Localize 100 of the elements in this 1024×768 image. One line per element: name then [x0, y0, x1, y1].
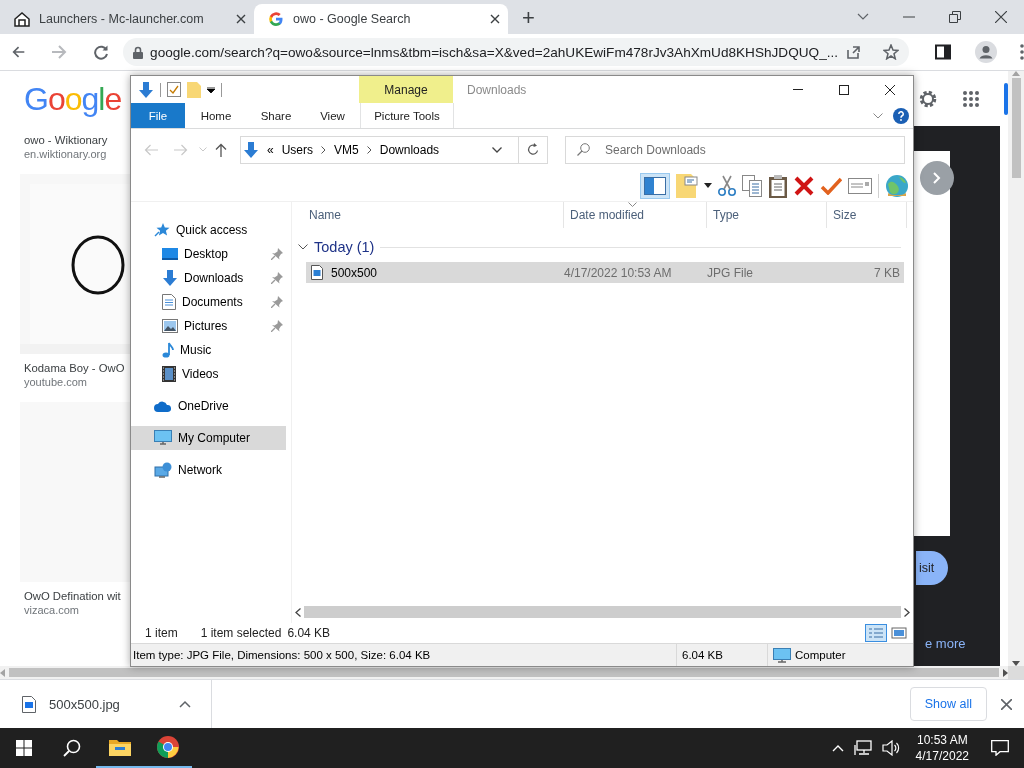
thumbnails-view-icon[interactable]	[889, 624, 909, 642]
file-row[interactable]: 500x500 4/17/2022 10:53 AM JPG File 7 KB	[306, 262, 904, 283]
caret-down-icon[interactable]	[704, 183, 712, 188]
horizontal-scrollbar[interactable]	[292, 605, 913, 619]
column-header[interactable]: Size	[827, 202, 907, 228]
card-icon[interactable]	[848, 177, 872, 194]
menu-icon[interactable]	[1020, 44, 1024, 60]
browser-icon[interactable]	[157, 736, 179, 758]
side-panel-icon[interactable]	[935, 44, 951, 60]
close-icon[interactable]	[236, 14, 246, 24]
download-icon[interactable]	[138, 81, 154, 98]
clock[interactable]: 10:53 AM 4/17/2022	[915, 732, 969, 764]
nav-item[interactable]: Music	[131, 338, 286, 362]
delete-icon[interactable]	[794, 175, 814, 196]
vertical-scrollbar[interactable]	[1008, 71, 1024, 666]
star-icon[interactable]	[883, 44, 900, 60]
time: 10:53 AM	[916, 732, 968, 748]
close-icon[interactable]	[490, 14, 500, 24]
pin-icon[interactable]	[271, 248, 283, 260]
windows-icon[interactable]	[16, 740, 32, 756]
visit-button[interactable]: isit	[916, 551, 949, 585]
caret-down-icon[interactable]	[207, 86, 215, 93]
copy-icon[interactable]	[742, 174, 762, 197]
nav-item[interactable]: Network	[131, 458, 286, 482]
result-site[interactable]: en.wiktionary.org	[24, 148, 108, 160]
folder-icon[interactable]	[109, 738, 131, 756]
chevron-up-icon[interactable]	[831, 744, 844, 752]
chevron-down-icon[interactable]	[298, 244, 308, 250]
paste-icon[interactable]	[768, 173, 788, 198]
result-title[interactable]: OwO Defination wit	[24, 590, 121, 602]
volume-icon[interactable]	[881, 740, 900, 756]
image-file-icon	[311, 265, 323, 280]
column-header[interactable]: Date modified	[564, 202, 707, 228]
up-icon[interactable]	[215, 142, 227, 157]
nav-item[interactable]: Videos	[131, 362, 286, 386]
nav-item[interactable]: Desktop	[131, 242, 286, 266]
caret-up-icon[interactable]	[179, 700, 191, 708]
reload-icon[interactable]	[93, 44, 110, 60]
ribbon-tab[interactable]: View	[305, 103, 360, 128]
pin-icon[interactable]	[271, 296, 283, 308]
new-tab-button[interactable]: +	[516, 6, 541, 30]
result-site[interactable]: youtube.com	[24, 376, 125, 388]
ribbon-tab[interactable]: Picture Tools	[360, 103, 454, 128]
nav-item[interactable]: Quick access	[131, 218, 286, 242]
details-view-icon[interactable]	[865, 624, 887, 642]
google-logo[interactable]: Google	[24, 80, 122, 117]
restore-icon[interactable]	[949, 11, 961, 23]
scrollbar-thumb[interactable]	[1011, 78, 1021, 178]
column-header[interactable]: Type	[707, 202, 827, 228]
sort-icon[interactable]	[628, 202, 637, 207]
checkmark-icon[interactable]	[820, 176, 842, 195]
image-icon	[162, 319, 178, 333]
notifications-icon[interactable]	[991, 740, 1009, 756]
share-icon[interactable]	[845, 44, 862, 60]
result-site[interactable]: vizaca.com	[24, 604, 121, 616]
nav-item[interactable]: Pictures	[131, 314, 286, 338]
breadcrumb-item[interactable]: Users	[281, 142, 314, 157]
browser-tab[interactable]: Launchers - Mc-launcher.com	[0, 4, 254, 34]
address-field[interactable]: « Users VM5 Downloads	[240, 135, 548, 164]
back-icon[interactable]	[12, 44, 26, 60]
network-icon	[154, 462, 172, 478]
breadcrumb-overflow[interactable]: «	[267, 142, 274, 157]
download-file-name[interactable]: 500x500.jpg	[49, 696, 166, 712]
file-date: 4/17/2022 10:53 AM	[564, 265, 673, 280]
search-field[interactable]: Search Downloads	[565, 135, 905, 164]
address-bar[interactable]: google.com/search?q=owo&source=lnms&tbm=isch&sa=X&ved=2ahUKEwiFm478rJv3AhXmUd8KHShJDQUQ_...	[123, 38, 910, 66]
show-all-button[interactable]: Show all	[909, 687, 987, 721]
nav-item[interactable]: Downloads	[131, 266, 286, 290]
group-header[interactable]: Today (1)	[314, 239, 375, 255]
profile-icon[interactable]	[974, 41, 997, 63]
preview-pane-button[interactable]	[640, 172, 670, 199]
tab-search-icon[interactable]	[857, 13, 869, 21]
breadcrumb-item[interactable]: Downloads	[379, 142, 440, 157]
ribbon-tab[interactable]: Home	[185, 103, 247, 128]
column-header[interactable]: Name	[292, 202, 564, 228]
chevron-down-icon[interactable]	[492, 146, 502, 153]
scissors-icon[interactable]	[718, 174, 736, 197]
nav-item[interactable]: OneDrive	[131, 394, 286, 418]
account-button[interactable]	[1004, 82, 1008, 115]
help-icon[interactable]	[893, 107, 909, 124]
settings-icon[interactable]	[918, 88, 938, 109]
pin-icon[interactable]	[271, 320, 283, 332]
close-icon[interactable]	[1001, 698, 1012, 710]
nav-item[interactable]: Documents	[131, 290, 286, 314]
browser-tab[interactable]: owo - Google Search	[254, 4, 508, 34]
result-title[interactable]: owo - Wiktionary	[24, 134, 108, 146]
pin-icon[interactable]	[271, 272, 283, 284]
see-more-link[interactable]: e more	[925, 636, 966, 651]
search-icon[interactable]	[63, 739, 81, 757]
properties-icon[interactable]	[167, 82, 181, 97]
close-icon[interactable]	[995, 11, 1007, 23]
network-icon[interactable]	[853, 740, 872, 756]
result-title[interactable]: Kodama Boy - OwO	[24, 362, 125, 374]
apps-icon[interactable]	[962, 89, 980, 108]
ribbon-tab[interactable]: File	[131, 103, 185, 128]
breadcrumb-item[interactable]: VM5	[334, 142, 359, 157]
ribbon-tab[interactable]: Share	[247, 103, 305, 128]
globe-icon[interactable]	[885, 173, 909, 198]
nav-item[interactable]: My Computer	[131, 426, 286, 450]
search-icon	[577, 142, 590, 156]
